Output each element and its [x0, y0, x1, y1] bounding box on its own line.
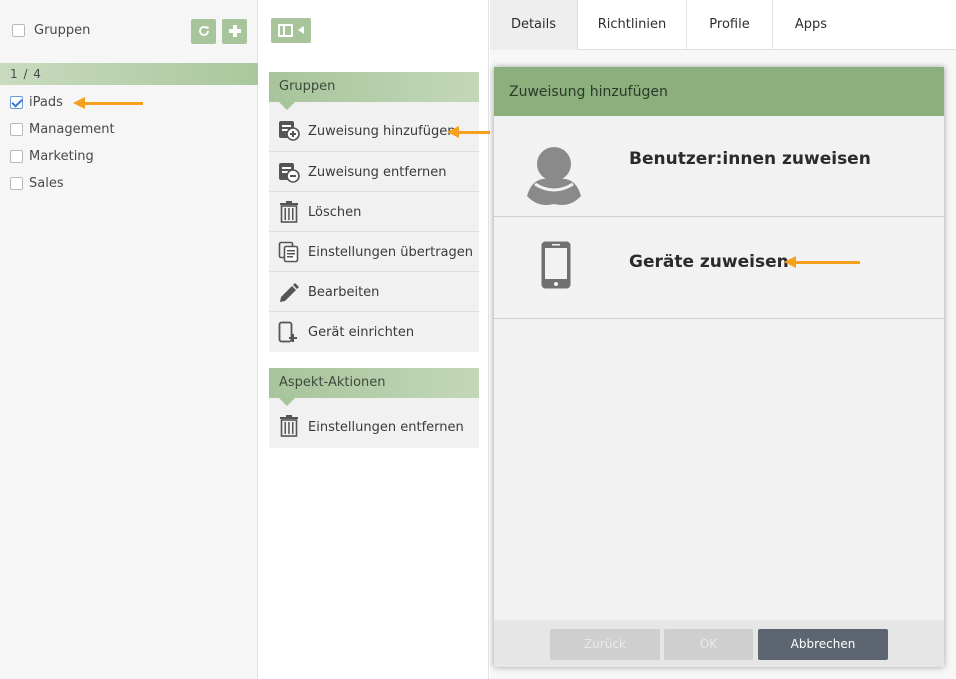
- tab-apps[interactable]: Apps: [773, 0, 849, 50]
- group-label: Sales: [29, 176, 64, 191]
- pencil-icon: [280, 283, 299, 302]
- add-assignment-icon: [279, 121, 300, 141]
- action-label: Löschen: [308, 205, 362, 220]
- dialog-title: Zuweisung hinzufügen: [494, 67, 944, 116]
- annotation-arrow-assign-devices: [784, 256, 860, 268]
- action-label: Einstellungen entfernen: [308, 420, 464, 435]
- assign-devices-option[interactable]: Geräte zuweisen: [494, 217, 944, 319]
- user-avatar-icon: [527, 147, 581, 205]
- option-label: Benutzer:innen zuweisen: [629, 149, 871, 169]
- option-label: Geräte zuweisen: [629, 252, 789, 272]
- tab-richtlinien[interactable]: Richtlinien: [578, 0, 687, 50]
- selection-count-bar: 1 / 4: [0, 63, 258, 85]
- trash-icon: [280, 415, 298, 437]
- add-assignment-dialog: Zuweisung hinzufügen Benutzer:innen zuwe…: [494, 67, 944, 667]
- group-label: Management: [29, 122, 115, 137]
- tab-bar: Details Richtlinien Profile Apps: [490, 0, 956, 50]
- collapse-sidebar-button[interactable]: [271, 18, 311, 43]
- ok-button[interactable]: OK: [664, 629, 753, 660]
- group-list-title: Gruppen: [34, 23, 91, 38]
- add-group-button[interactable]: [222, 19, 247, 44]
- action-label: Gerät einrichten: [308, 325, 415, 340]
- action-label: Bearbeiten: [308, 285, 380, 300]
- action-setup-device[interactable]: Gerät einrichten: [269, 312, 479, 352]
- list-item-ipads[interactable]: iPads: [10, 95, 63, 117]
- refresh-button[interactable]: [191, 19, 216, 44]
- copy-settings-icon: [278, 241, 299, 263]
- group-label: Marketing: [29, 149, 94, 164]
- plus-icon: [228, 25, 241, 37]
- groups-actions-panel: Gruppen Zuweisung hinzufügen Zuweisung e…: [269, 72, 479, 352]
- action-label: Zuweisung hinzufügen: [308, 124, 456, 139]
- group-checkbox[interactable]: [10, 177, 23, 190]
- aspect-actions-panel: Aspekt-Aktionen Einstellungen entfernen: [269, 368, 479, 448]
- cancel-button[interactable]: Abbrechen: [758, 629, 888, 660]
- annotation-arrow-ipads: [73, 97, 143, 109]
- device-setup-icon: [278, 321, 297, 343]
- select-all-checkbox[interactable]: [12, 24, 25, 37]
- action-remove-assignment[interactable]: Zuweisung entfernen: [269, 152, 479, 192]
- selection-count: 1 / 4: [10, 67, 42, 81]
- groups-actions-title: Gruppen: [269, 72, 479, 110]
- group-list-panel: Gruppen 1 / 4 iPads Management Marketing…: [0, 0, 258, 679]
- list-item-sales[interactable]: Sales: [10, 176, 64, 198]
- sidebar-collapse-icon: [278, 24, 293, 37]
- list-item-marketing[interactable]: Marketing: [10, 149, 94, 171]
- group-checkbox[interactable]: [10, 123, 23, 136]
- group-list-header: Gruppen: [0, 0, 258, 60]
- action-label: Zuweisung entfernen: [308, 165, 447, 180]
- action-remove-settings[interactable]: Einstellungen entfernen: [269, 398, 479, 448]
- smartphone-icon: [541, 241, 571, 289]
- action-label: Einstellungen übertragen: [308, 245, 473, 260]
- group-checkbox[interactable]: [10, 96, 23, 109]
- list-item-management[interactable]: Management: [10, 122, 115, 144]
- back-button[interactable]: Zurück: [550, 629, 660, 660]
- group-label: iPads: [29, 95, 63, 110]
- action-delete[interactable]: Löschen: [269, 192, 479, 232]
- action-edit[interactable]: Bearbeiten: [269, 272, 479, 312]
- chevron-left-icon: [298, 26, 304, 34]
- tab-profile[interactable]: Profile: [687, 0, 773, 50]
- trash-icon: [280, 201, 298, 223]
- aspect-actions-title: Aspekt-Aktionen: [269, 368, 479, 406]
- action-transfer-settings[interactable]: Einstellungen übertragen: [269, 232, 479, 272]
- assign-users-option[interactable]: Benutzer:innen zuweisen: [494, 116, 944, 217]
- remove-assignment-icon: [279, 163, 300, 183]
- refresh-icon: [198, 26, 209, 36]
- group-checkbox[interactable]: [10, 150, 23, 163]
- dialog-footer: Zurück OK Abbrechen: [494, 620, 944, 667]
- actions-panel: Gruppen Zuweisung hinzufügen Zuweisung e…: [259, 0, 525, 679]
- tab-details[interactable]: Details: [490, 0, 578, 50]
